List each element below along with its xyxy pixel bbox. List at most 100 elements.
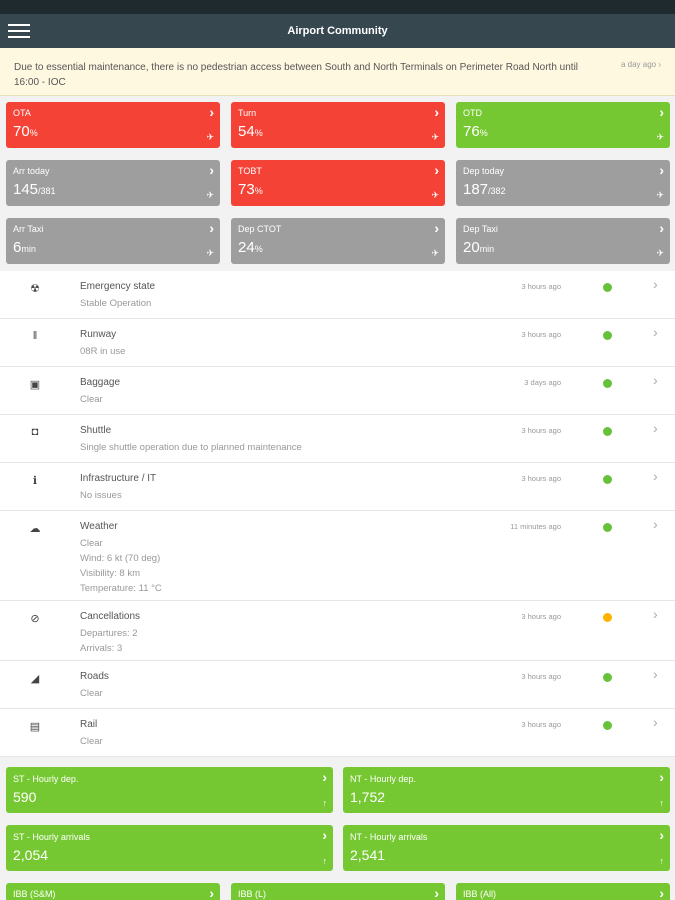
hourly-row-1: ST - Hourly dep. 590 › ↑ NT - Hourly dep. 1,7…	[6, 767, 670, 813]
kpi-value-unit: %	[254, 186, 263, 196]
status-row-details: Clear	[80, 734, 103, 749]
kpi-tile-label: OTD	[463, 108, 482, 118]
kpi-tile-value: 24%	[238, 239, 263, 256]
status-row-details: Stable Operation	[80, 296, 151, 311]
kpi-tile[interactable]: Dep Taxi 20min ✈ ›	[456, 218, 670, 264]
alarm-icon: ☢	[30, 283, 40, 295]
status-indicator-dot	[603, 331, 612, 340]
status-row-time: 3 hours ago	[521, 612, 561, 621]
notice-banner[interactable]: Due to essential maintenance, there is n…	[0, 48, 675, 96]
status-row-time: 3 hours ago	[521, 672, 561, 681]
hourly-tile[interactable]: NT - Hourly dep. 1,752 › ↑	[343, 767, 670, 813]
status-indicator-dot	[603, 475, 612, 484]
kpi-tile-value: 145/381	[13, 181, 56, 198]
status-row-details: Clear	[80, 686, 103, 701]
status-row-title: Rail	[80, 719, 98, 730]
ibb-row: IBB (S&M) › IBB (L) › IBB (All) ›	[6, 883, 670, 900]
chevron-right-icon: ›	[434, 104, 439, 120]
chevron-right-icon: ›	[653, 606, 658, 622]
kpi-tile[interactable]: OTD 76% ✈ ›	[456, 102, 670, 148]
status-row-title: Baggage	[80, 377, 121, 388]
hourly-tile[interactable]: ST - Hourly dep. 590 › ↑	[6, 767, 333, 813]
chevron-right-icon: ›	[653, 714, 658, 730]
status-row-details: No issues	[80, 488, 122, 503]
kpi-tile[interactable]: IBB (All) ›	[456, 883, 670, 900]
hourly-tile[interactable]: NT - Hourly arrivals 2,541 › ↑	[343, 825, 670, 871]
app-bar: Airport Community	[0, 14, 675, 48]
status-row-details: Departures: 2 Arrivals: 3	[80, 626, 138, 656]
status-row-title: Emergency state	[80, 281, 156, 292]
status-row[interactable]: ▤ Rail Clear 3 hours ago ›	[0, 709, 675, 757]
chevron-right-icon: ›	[659, 827, 664, 843]
plane-icon: ✈	[206, 190, 214, 200]
status-row-detail-line: Clear	[80, 736, 103, 747]
chevron-right-icon: ›	[653, 516, 658, 532]
hourly-row-2: ST - Hourly arrivals 2,054 › ↑ NT - Hourly a…	[6, 825, 670, 871]
kpi-value-unit: /382	[488, 186, 506, 196]
status-row[interactable]: ▣ Baggage Clear 3 days ago ›	[0, 367, 675, 415]
kpi-value-unit: %	[479, 128, 488, 138]
person-icon: ↑	[322, 856, 328, 866]
status-row-title: Cancellations	[80, 611, 141, 622]
kpi-tile[interactable]: Dep today 187/382 ✈ ›	[456, 160, 670, 206]
status-row[interactable]: ℹ Infrastructure / IT No issues 3 hours ago…	[0, 463, 675, 511]
plane-icon: ✈	[206, 248, 214, 258]
person-icon: ↑	[322, 798, 328, 808]
status-indicator-dot	[603, 673, 612, 682]
kpi-tile[interactable]: Turn 54% ✈ ›	[231, 102, 445, 148]
kpi-tile-label: IBB (S&M)	[13, 889, 56, 899]
status-row[interactable]: ☁ Weather Clear Wind: 6 kt (70 deg) Visibili…	[0, 511, 675, 601]
status-indicator-dot	[603, 613, 612, 622]
kpi-value-unit: %	[254, 128, 263, 138]
hourly-tile[interactable]: ST - Hourly arrivals 2,054 › ↑	[6, 825, 333, 871]
person-icon: ↑	[659, 856, 665, 866]
plane-icon: ✈	[431, 132, 439, 142]
kpi-tile-label: IBB (L)	[238, 889, 267, 899]
kpi-tile-label: Arr Taxi	[13, 224, 44, 234]
kpi-tile-value: 76%	[463, 123, 488, 140]
hourly-tile-label: NT - Hourly arrivals	[350, 832, 428, 842]
status-row-details: 08R in use	[80, 344, 125, 359]
status-row-detail-line: Stable Operation	[80, 298, 152, 309]
kpi-tile-label: Dep Taxi	[463, 224, 498, 234]
status-row[interactable]: ◘ Shuttle Single shuttle operation due to …	[0, 415, 675, 463]
chevron-right-icon: ›	[659, 220, 664, 236]
status-row-title: Shuttle	[80, 425, 112, 436]
chevron-right-icon: ›	[434, 220, 439, 236]
kpi-tile-label: Dep CTOT	[238, 224, 282, 234]
status-row[interactable]: ‖ Runway 08R in use 3 hours ago ›	[0, 319, 675, 367]
status-row-detail-line: Arrivals: 3	[80, 643, 123, 654]
person-icon: ↑	[659, 798, 665, 808]
runway-icon: ‖	[32, 330, 38, 342]
kpi-tile[interactable]: Dep CTOT 24% ✈ ›	[231, 218, 445, 264]
status-row-time: 3 days ago	[524, 378, 561, 387]
kpi-value-unit: %	[254, 244, 263, 254]
kpi-value-unit: %	[29, 128, 38, 138]
status-row[interactable]: ◢ Roads Clear 3 hours ago ›	[0, 661, 675, 709]
kpi-tile[interactable]: IBB (S&M) ›	[6, 883, 220, 900]
status-row[interactable]: ☢ Emergency state Stable Operation 3 hours …	[0, 271, 675, 319]
kpi-row-1: OTA 70% ✈ › Turn 54% ✈ › OTD 76% ✈ ›	[6, 102, 670, 148]
kpi-tile-label: Arr today	[13, 166, 50, 176]
car-icon: ◢	[30, 673, 40, 685]
kpi-tile[interactable]: IBB (L) ›	[231, 883, 445, 900]
status-row-time: 3 hours ago	[521, 282, 561, 291]
kpi-tile-label: OTA	[13, 108, 31, 118]
hourly-tile-label: ST - Hourly arrivals	[13, 832, 90, 842]
status-row-detail-line: Temperature: 11 °C	[80, 583, 162, 594]
kpi-value-number: 73	[238, 181, 255, 198]
plane-icon: ✈	[656, 248, 664, 258]
chevron-right-icon: ›	[659, 162, 664, 178]
kpi-tile[interactable]: TOBT 73% ✈ ›	[231, 160, 445, 206]
status-row[interactable]: ⊘ Cancellations Departures: 2 Arrivals: 3 3 …	[0, 601, 675, 661]
plane-icon: ✈	[656, 190, 664, 200]
kpi-tile[interactable]: OTA 70% ✈ ›	[6, 102, 220, 148]
chevron-right-icon: ›	[659, 104, 664, 120]
kpi-tile-value: 70%	[13, 123, 38, 140]
kpi-tile[interactable]: Arr Taxi 6min ✈ ›	[6, 218, 220, 264]
chevron-right-icon: ›	[653, 420, 658, 436]
chevron-right-icon: ›	[659, 885, 664, 900]
chevron-right-icon: ›	[653, 666, 658, 682]
kpi-tile[interactable]: Arr today 145/381 ✈ ›	[6, 160, 220, 206]
kpi-tile-value: 54%	[238, 123, 263, 140]
